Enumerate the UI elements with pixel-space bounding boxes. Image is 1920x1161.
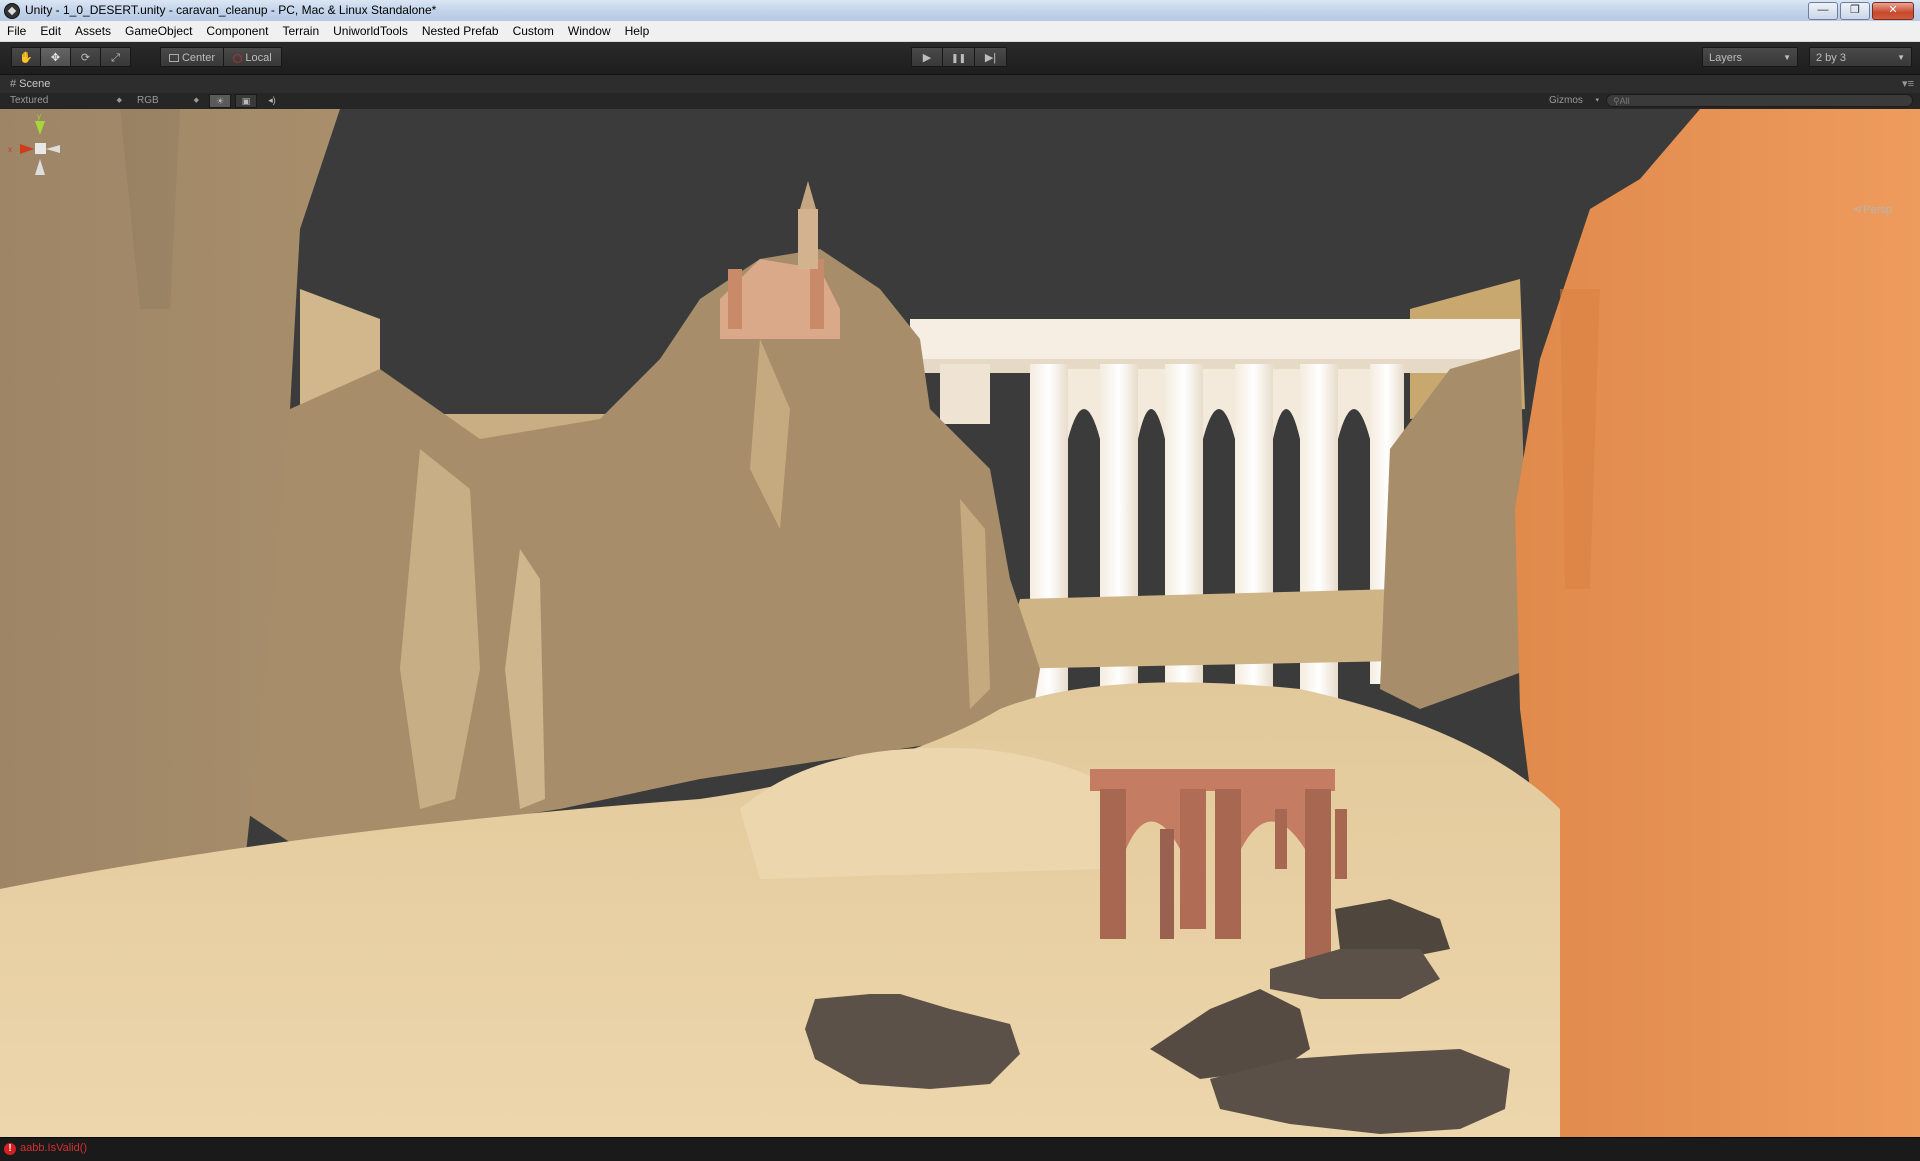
render-mode-label: Textured	[10, 95, 49, 106]
step-icon: ▶|	[984, 52, 997, 64]
local-icon	[233, 53, 243, 63]
close-button[interactable]: ✕	[1872, 2, 1914, 20]
updown-icon: ◆	[193, 97, 199, 104]
minimize-button[interactable]: —	[1808, 2, 1838, 20]
tab-scene-label: Scene	[19, 78, 51, 90]
pivot-local-label: Local	[245, 52, 272, 64]
chevron-down-icon: ▼	[1783, 53, 1791, 62]
menu-bar: File Edit Assets GameObject Component Te…	[0, 21, 1920, 42]
pivot-center-label: Center	[181, 52, 216, 64]
menu-nested-prefab[interactable]: Nested Prefab	[415, 21, 506, 41]
image-icon: ▣	[241, 96, 251, 106]
menu-custom[interactable]: Custom	[506, 21, 561, 41]
window-title: Unity - 1_0_DESERT.unity - caravan_clean…	[25, 3, 437, 17]
x-axis-cone[interactable]	[20, 144, 34, 154]
pivot-center-toggle[interactable]: Center	[160, 47, 224, 67]
unity-logo-icon	[4, 3, 20, 19]
scene-icon: #	[10, 78, 17, 90]
center-cube[interactable]	[35, 143, 46, 154]
neg-y-cone[interactable]	[35, 159, 45, 175]
updown-icon: ◆	[116, 97, 122, 104]
main-toolbar: ✋ ✥ ⟳ ⤢ Center Local ▶ ❚❚ ▶| Layers ▼ 2 b…	[0, 42, 1920, 75]
tab-scene[interactable]: # Scene	[4, 75, 58, 93]
move-icon: ✥	[50, 52, 61, 64]
layout-label: 2 by 3	[1816, 52, 1846, 64]
sun-icon: ☀	[215, 96, 225, 106]
step-button[interactable]: ▶|	[975, 47, 1007, 67]
chevron-down-icon: ▼	[1897, 53, 1905, 62]
maximize-icon: ❐	[1850, 4, 1860, 16]
scene-render	[0, 109, 1920, 1137]
persp-label[interactable]: ≮ Persp	[1854, 204, 1892, 216]
scale-tool-button[interactable]: ⤢	[101, 47, 131, 67]
right-orange-cliff	[1515, 109, 1920, 1137]
pause-button[interactable]: ❚❚	[943, 47, 975, 67]
render-mode-dropdown[interactable]: Textured ◆	[10, 94, 122, 108]
status-bar: ! aabb.IsValid()	[0, 1137, 1920, 1161]
persp-text: Persp	[1863, 204, 1892, 216]
status-message[interactable]: aabb.IsValid()	[20, 1142, 87, 1154]
x-axis-label: x	[8, 145, 12, 154]
menu-window[interactable]: Window	[561, 21, 618, 41]
gizmos-label: Gizmos	[1549, 95, 1583, 106]
chevron-down-icon: ▾	[1595, 97, 1599, 104]
menu-terrain[interactable]: Terrain	[275, 21, 326, 41]
menu-help[interactable]: Help	[618, 21, 657, 41]
transform-tools: ✋ ✥ ⟳ ⤢	[11, 47, 131, 67]
pivot-local-toggle[interactable]: Local	[224, 47, 282, 67]
menu-component[interactable]: Component	[199, 21, 275, 41]
rotate-tool-button[interactable]: ⟳	[71, 47, 101, 67]
hand-tool-button[interactable]: ✋	[11, 47, 41, 67]
layout-dropdown[interactable]: 2 by 3 ▼	[1809, 47, 1912, 67]
skybox-toggle[interactable]: ▣	[235, 94, 257, 108]
layers-dropdown[interactable]: Layers ▼	[1702, 47, 1798, 67]
playback-controls: ▶ ❚❚ ▶|	[911, 47, 1007, 67]
close-icon: ✕	[1888, 4, 1898, 16]
menu-assets[interactable]: Assets	[68, 21, 118, 41]
title-bar: Unity - 1_0_DESERT.unity - caravan_clean…	[0, 0, 1920, 22]
pause-icon: ❚❚	[950, 53, 967, 63]
play-icon: ▶	[922, 52, 932, 64]
scene-search-input[interactable]: ⚲All	[1606, 94, 1913, 107]
speaker-icon: ◂)	[268, 95, 276, 105]
center-icon	[168, 54, 179, 63]
color-mode-dropdown[interactable]: RGB ◆	[137, 94, 199, 108]
gizmos-dropdown[interactable]: Gizmos ▾	[1549, 94, 1599, 108]
y-axis-cone[interactable]	[35, 121, 45, 135]
orientation-gizmo[interactable]: y x	[0, 109, 80, 229]
audio-toggle[interactable]: ◂)	[261, 94, 283, 108]
persp-icon: ≮	[1853, 204, 1861, 216]
window-controls: — ❐ ✕	[1808, 2, 1914, 20]
play-button[interactable]: ▶	[911, 47, 943, 67]
move-tool-button[interactable]: ✥	[41, 47, 71, 67]
scene-control-bar: Textured ◆ RGB ◆ ☀ ▣ ◂) Gizmos ▾ ⚲All	[0, 93, 1920, 110]
lighting-toggle[interactable]: ☀	[209, 94, 231, 108]
tab-menu-icon[interactable]: ▾≡	[1902, 77, 1914, 90]
menu-gameobject[interactable]: GameObject	[118, 21, 199, 41]
color-mode-label: RGB	[137, 95, 159, 106]
pivot-toggles: Center Local	[160, 47, 282, 67]
menu-uniworldtools[interactable]: UniworldTools	[326, 21, 415, 41]
search-placeholder: All	[1619, 96, 1630, 106]
search-icon: ⚲	[1613, 96, 1620, 106]
minimize-icon: —	[1817, 4, 1829, 16]
scene-viewport[interactable]: y x ≮ Persp	[0, 109, 1920, 1137]
neg-x-cone[interactable]	[46, 145, 60, 153]
y-axis-label: y	[37, 112, 41, 121]
scale-icon: ⤢	[111, 52, 120, 64]
hand-icon: ✋	[19, 52, 33, 64]
menu-edit[interactable]: Edit	[33, 21, 68, 41]
scene-tab-strip: # Scene ▾≡	[0, 75, 1920, 93]
error-icon: !	[4, 1143, 16, 1155]
maximize-button[interactable]: ❐	[1840, 2, 1870, 20]
menu-file[interactable]: File	[0, 21, 33, 41]
rotate-icon: ⟳	[80, 52, 91, 64]
layers-label: Layers	[1709, 52, 1743, 64]
